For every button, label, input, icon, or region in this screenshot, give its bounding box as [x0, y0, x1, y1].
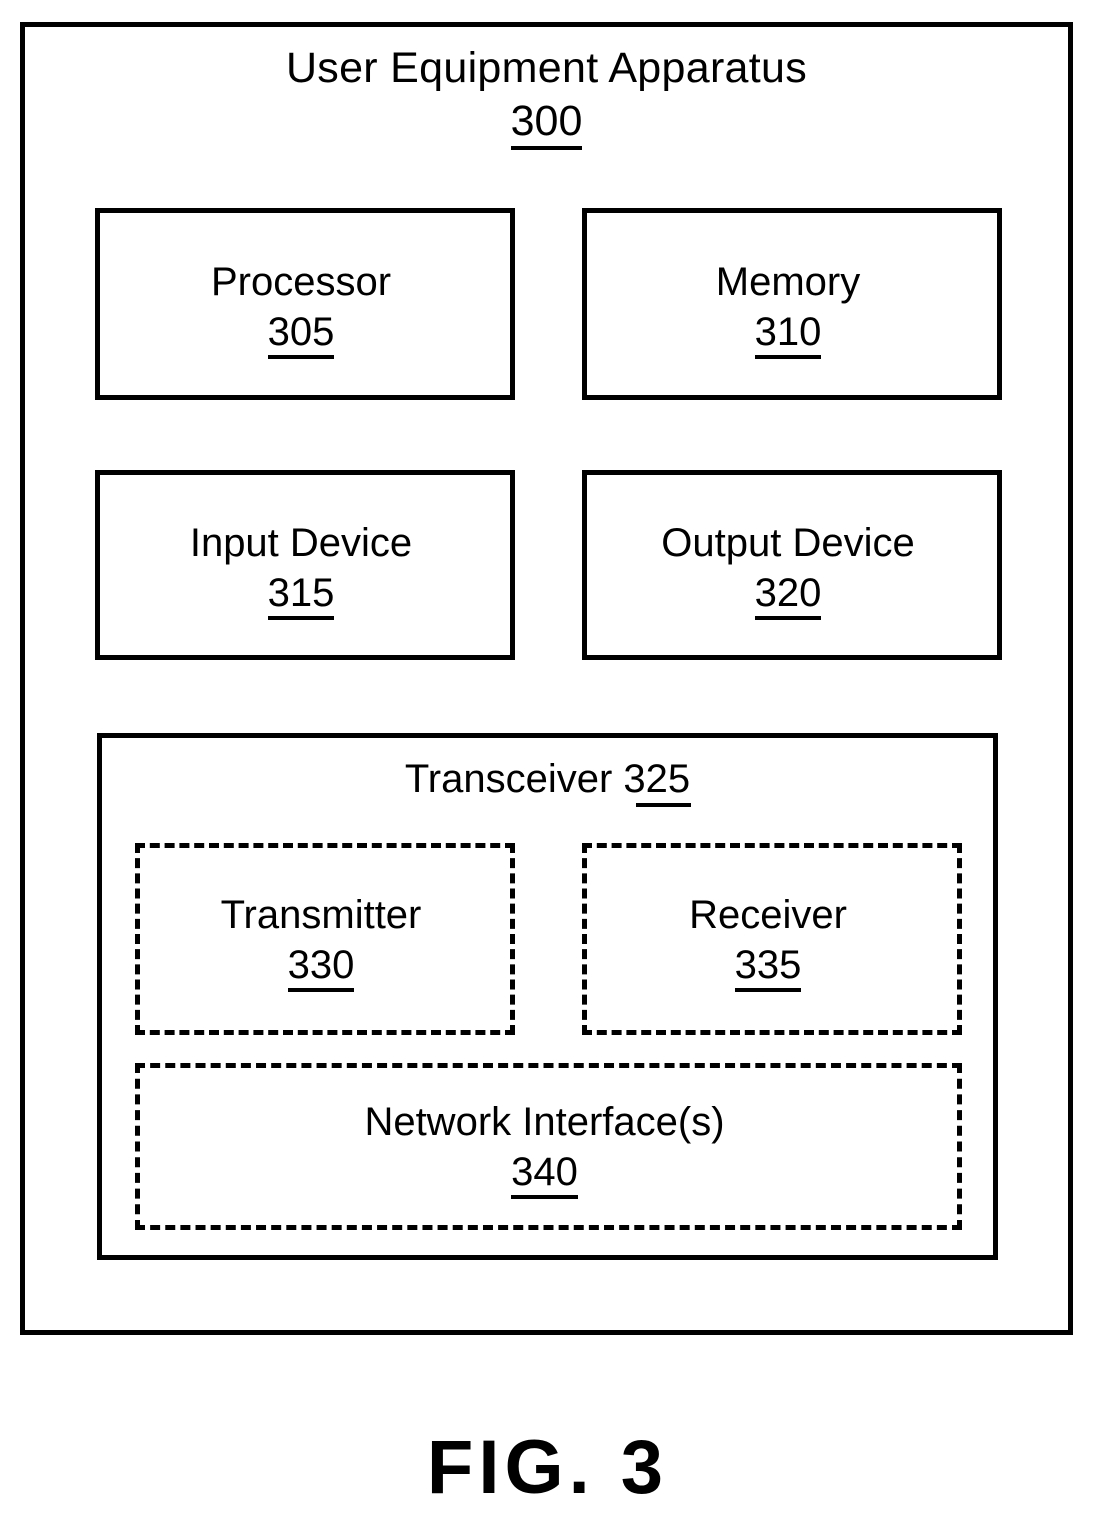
input-device-name: Input Device [189, 521, 413, 565]
input-device-label: Input Device 315 [96, 521, 506, 620]
figure-caption: FIG. 3 [426, 1425, 669, 1510]
patent-figure: User Equipment Apparatus 300 Processor 3… [0, 0, 1095, 1538]
output-device-box: Output Device 320 [582, 470, 1002, 660]
transmitter-reference-numeral-text: 330 [287, 942, 355, 992]
transmitter-name: Transmitter [220, 893, 422, 937]
transmitter-reference-numeral: 330 [136, 942, 506, 992]
memory-box: Memory 310 [582, 208, 1002, 400]
processor-box: Processor 305 [95, 208, 515, 400]
input-device-box: Input Device 315 [95, 470, 515, 660]
output-device-reference-numeral-text: 320 [754, 570, 822, 620]
memory-label: Memory 310 [583, 260, 993, 359]
receiver-name: Receiver [689, 893, 847, 937]
processor-reference-numeral-text: 305 [267, 309, 335, 359]
output-device-name: Output Device [661, 521, 915, 565]
output-device-label: Output Device 320 [583, 521, 993, 620]
network-interface-label: Network Interface(s) 340 [136, 1100, 953, 1199]
memory-name: Memory [715, 260, 861, 304]
receiver-reference-numeral-text: 335 [734, 942, 802, 992]
processor-reference-numeral: 305 [96, 309, 506, 359]
network-interface-box: Network Interface(s) 340 [135, 1063, 962, 1230]
transmitter-box: Transmitter 330 [135, 843, 515, 1035]
network-interface-reference-numeral-text: 340 [511, 1149, 578, 1199]
network-interface-name: Network Interface(s) [364, 1100, 725, 1144]
transmitter-label: Transmitter 330 [136, 893, 506, 992]
receiver-label: Receiver 335 [583, 893, 953, 992]
receiver-box: Receiver 335 [582, 843, 962, 1035]
input-device-reference-numeral-text: 315 [267, 570, 335, 620]
network-interface-reference-numeral: 340 [136, 1149, 953, 1199]
memory-reference-numeral: 310 [583, 309, 993, 359]
memory-reference-numeral-text: 310 [754, 309, 822, 359]
output-device-reference-numeral: 320 [583, 570, 993, 620]
processor-name: Processor [210, 260, 392, 304]
input-device-reference-numeral: 315 [96, 570, 506, 620]
receiver-reference-numeral: 335 [583, 942, 953, 992]
processor-label: Processor 305 [96, 260, 506, 359]
